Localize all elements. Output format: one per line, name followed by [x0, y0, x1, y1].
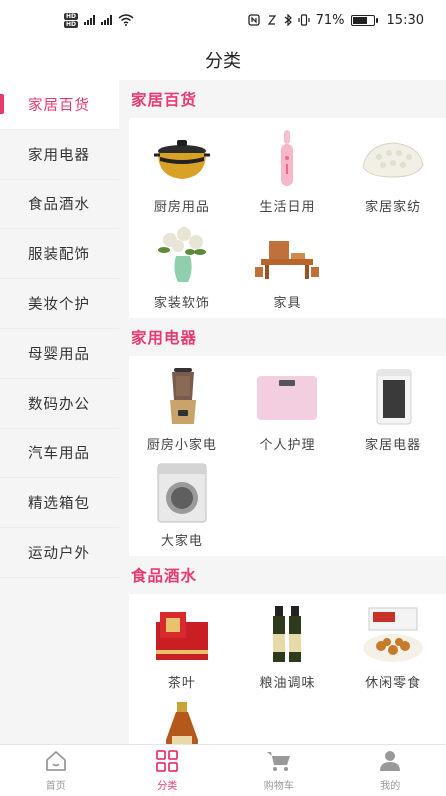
subcategory-label: 茶叶	[167, 676, 196, 691]
vibrate-icon	[267, 15, 276, 25]
oil-bottles-icon	[251, 604, 323, 666]
nav-label: 首页	[45, 780, 66, 792]
sidebar-item[interactable]: 数码办公	[0, 379, 119, 429]
sidebar-item[interactable]: 家居百货	[0, 80, 119, 130]
snack-box-icon	[357, 604, 429, 666]
user-icon	[378, 750, 402, 775]
subcategory-item[interactable]	[129, 696, 235, 744]
subcategory-grid: 厨房用品 生活日用 家居家纺家装软饰 家具	[129, 118, 446, 318]
nav-label: 分类	[157, 780, 178, 792]
flower-vase-icon	[146, 224, 218, 286]
subcategory-item[interactable]: 家居电器	[340, 362, 446, 458]
nav-item-home[interactable]: 首页	[0, 745, 112, 796]
subcategory-item[interactable]: 家装软饰	[129, 220, 235, 316]
subcategory-item[interactable]: 厨房小家电	[129, 362, 235, 458]
sidebar-item[interactable]: 服装配饰	[0, 229, 119, 280]
washing-machine-icon	[146, 462, 218, 524]
body-scale-icon	[251, 366, 323, 428]
signal-icon	[84, 15, 96, 25]
battery-percent: 71%	[315, 12, 345, 28]
subcategory-label: 休闲零食	[365, 676, 422, 691]
tea-gift-box-icon	[146, 604, 218, 666]
sidebar-item[interactable]: 家用电器	[0, 130, 119, 180]
nav-item-category-grid[interactable]: 分类	[112, 745, 224, 796]
sidebar-item[interactable]: 精选箱包	[0, 478, 119, 529]
subcategory-label: 厨房用品	[153, 200, 210, 215]
wifi-icon	[118, 14, 134, 26]
subcategory-label: 家具	[273, 296, 302, 311]
category-grid-icon	[155, 749, 179, 775]
casserole-pot-icon	[146, 128, 218, 190]
liquor-bottle-icon	[146, 700, 218, 744]
nfc-icon	[247, 14, 260, 26]
battery-icon	[350, 14, 378, 26]
subcategory-grid: 茶叶 粮油调味 休闲零食	[129, 594, 446, 744]
signal-icon-2	[101, 15, 113, 25]
content-area: 家居百货 家用电器 食品酒水 服装配饰 美妆个护 母婴用品 数码办公 汽车用品 精选箱包 运动户外…	[0, 80, 446, 744]
nav-label: 我的	[380, 780, 401, 792]
section-title: 食品酒水	[129, 556, 446, 594]
subcategory-item[interactable]: 大家电	[129, 458, 235, 554]
section-title: 家居百货	[129, 80, 446, 118]
nav-label: 购物车	[263, 780, 294, 792]
bottom-nav: 首页 分类 购物车 我的	[0, 744, 446, 796]
nav-item-user[interactable]: 我的	[335, 745, 446, 796]
status-bar: HD HD 71% 15:30	[0, 0, 446, 40]
tea-table-furniture-icon	[251, 224, 323, 286]
subcategory-item[interactable]: 厨房用品	[129, 124, 235, 220]
subcategory-label: 厨房小家电	[146, 438, 217, 453]
sidebar-item[interactable]: 运动户外	[0, 528, 119, 578]
subcategory-label: 生活日用	[259, 200, 316, 215]
latex-pillow-icon	[357, 128, 429, 190]
nav-item-cart[interactable]: 购物车	[223, 745, 335, 796]
subcategory-label: 家居电器	[365, 438, 422, 453]
subcategory-item[interactable]: 粮油调味	[235, 600, 341, 696]
blender-icon	[146, 366, 218, 428]
subcategory-label: 粮油调味	[259, 676, 316, 691]
subcategory-item[interactable]: 家具	[235, 220, 341, 316]
page-title: 分类	[0, 40, 446, 80]
subcategory-panel[interactable]: 家居百货厨房用品 生活日用 家居家纺家装软饰 家具家用电器厨房小家电 个人护理 家居电器大…	[129, 80, 446, 744]
bluetooth-icon	[284, 14, 292, 26]
sidebar-item[interactable]: 食品酒水	[0, 180, 119, 230]
subcategory-item[interactable]: 茶叶	[129, 600, 235, 696]
phone-vibration-icon	[298, 14, 310, 26]
category-sidebar: 家居百货 家用电器 食品酒水 服装配饰 美妆个护 母婴用品 数码办公 汽车用品 精选箱包 运动户外	[0, 80, 119, 744]
subcategory-label: 家装软饰	[153, 296, 210, 311]
hd-icon: HD HD	[64, 12, 79, 28]
subcategory-label: 个人护理	[259, 438, 316, 453]
air-purifier-icon	[357, 366, 429, 428]
cart-icon	[266, 750, 292, 775]
subcategory-label: 家居家纺	[365, 200, 422, 215]
electric-toothbrush-icon	[251, 128, 323, 190]
sidebar-item[interactable]: 美妆个护	[0, 279, 119, 329]
subcategory-item[interactable]: 个人护理	[235, 362, 341, 458]
sidebar-item[interactable]: 母婴用品	[0, 329, 119, 379]
sidebar-item[interactable]: 汽车用品	[0, 429, 119, 479]
section-title: 家用电器	[129, 318, 446, 356]
clock: 15:30	[386, 12, 424, 28]
subcategory-item[interactable]: 休闲零食	[340, 600, 446, 696]
subcategory-item[interactable]: 家居家纺	[340, 124, 446, 220]
subcategory-item[interactable]: 生活日用	[235, 124, 341, 220]
home-icon	[44, 750, 68, 775]
subcategory-label: 大家电	[160, 534, 203, 549]
subcategory-grid: 厨房小家电 个人护理 家居电器大家电	[129, 356, 446, 556]
